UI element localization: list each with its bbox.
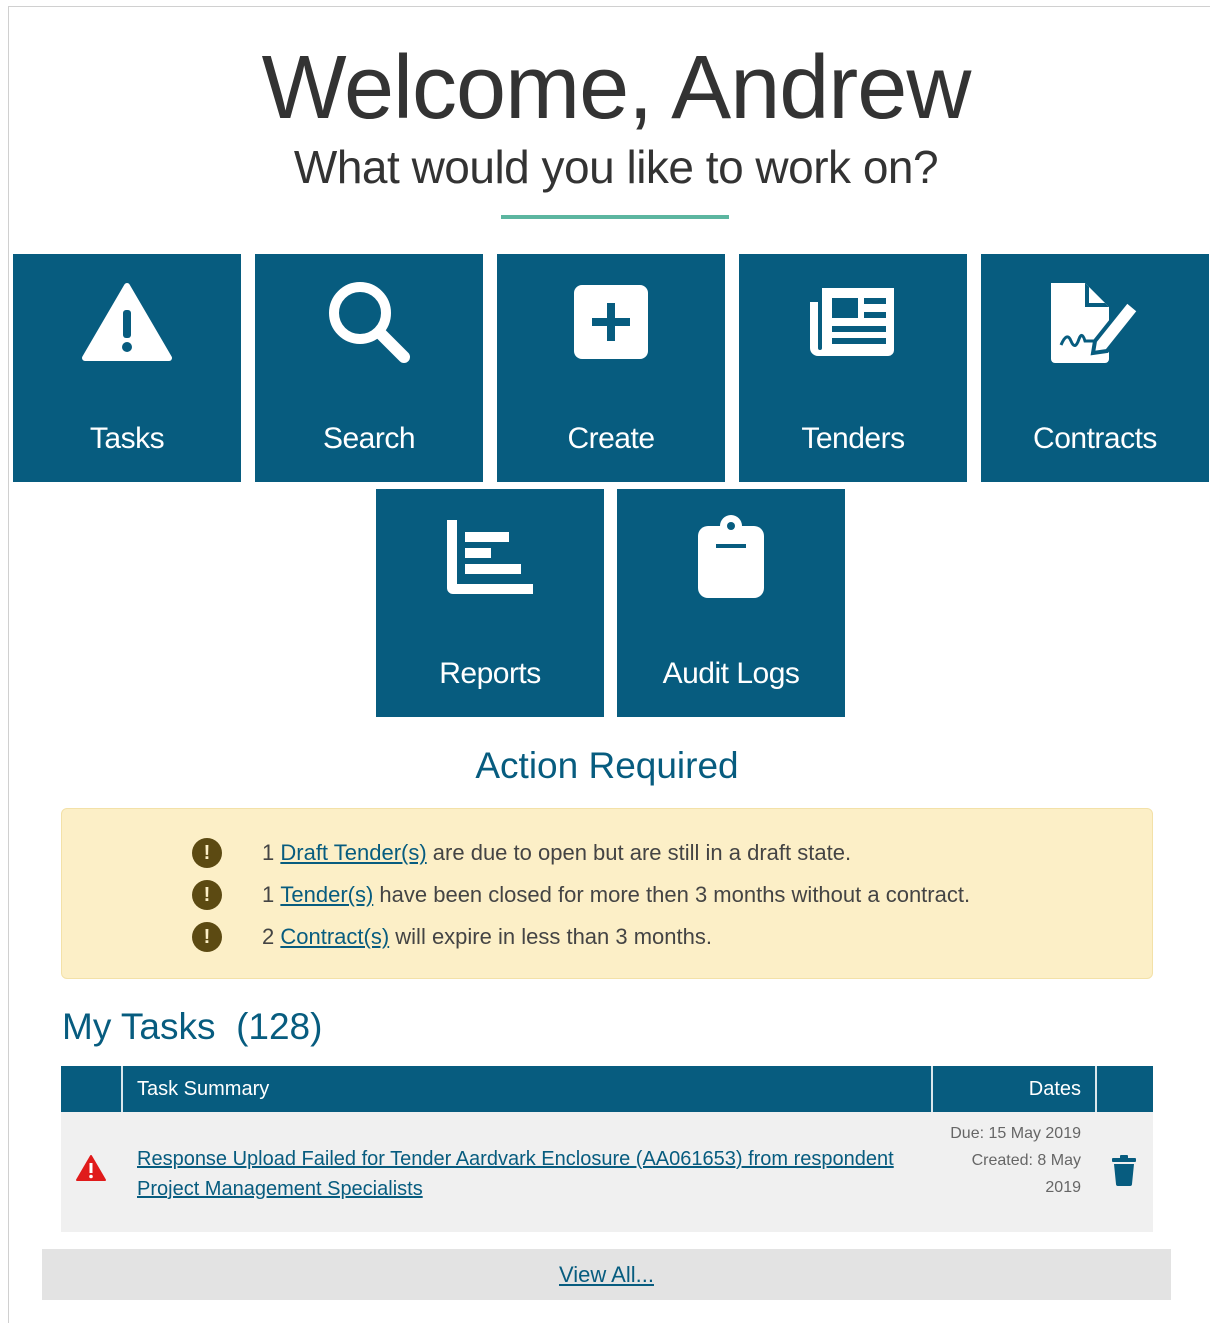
tenders-link[interactable]: Tender(s) — [280, 882, 373, 908]
tile-label: Tenders — [801, 422, 905, 455]
exclamation-circle-icon: ! — [192, 922, 222, 952]
accent-divider — [501, 215, 729, 219]
tile-reports[interactable]: Reports — [376, 489, 604, 717]
column-header-dates[interactable]: Dates — [941, 1066, 1081, 1112]
task-due-date: Due: 15 May 2019 — [950, 1125, 1081, 1142]
plus-square-icon — [497, 272, 725, 372]
my-tasks-heading: My Tasks (128) — [62, 1006, 323, 1047]
tile-label: Audit Logs — [662, 657, 800, 690]
view-all-link[interactable]: View All... — [42, 1249, 1171, 1300]
alert-count: 2 — [262, 924, 275, 949]
tile-label: Reports — [439, 657, 541, 690]
task-summary-link[interactable]: Response Upload Failed for Tender Aardva… — [137, 1144, 927, 1204]
trash-icon[interactable] — [1111, 1154, 1137, 1191]
exclamation-circle-icon: ! — [192, 880, 222, 910]
alert-item: ! 1 Draft Tender(s) are due to open but … — [192, 836, 851, 870]
action-required-panel: ! 1 Draft Tender(s) are due to open but … — [61, 808, 1153, 979]
exclamation-circle-icon: ! — [192, 838, 222, 868]
file-signature-icon — [981, 272, 1209, 372]
alert-count: 1 — [262, 840, 275, 865]
column-divider — [1095, 1066, 1097, 1112]
welcome-subtitle: What would you like to work on? — [293, 141, 939, 193]
alert-text: are due to open but are still in a draft… — [426, 840, 852, 865]
tile-label: Create — [567, 422, 655, 455]
alert-text: have been closed for more then 3 months … — [373, 882, 971, 907]
welcome-heading: Welcome, Andrew — [261, 38, 972, 138]
alert-count: 1 — [262, 882, 275, 907]
tile-tenders[interactable]: Tenders — [739, 254, 967, 482]
table-header: Task Summary Dates — [61, 1066, 1153, 1112]
tasks-table: Task Summary Dates Response Upload Faile… — [61, 1066, 1153, 1232]
alert-item: ! 2 Contract(s) will expire in less than… — [192, 920, 712, 954]
table-row: Response Upload Failed for Tender Aardva… — [61, 1112, 1153, 1232]
contracts-link[interactable]: Contract(s) — [280, 924, 389, 950]
bar-chart-icon — [376, 507, 604, 607]
tile-audit-logs[interactable]: Audit Logs — [617, 489, 845, 717]
error-warning-icon — [75, 1154, 107, 1187]
alert-item: ! 1 Tender(s) have been closed for more … — [192, 878, 970, 912]
tile-contracts[interactable]: Contracts — [981, 254, 1209, 482]
warning-icon — [13, 272, 241, 372]
task-dates: Due: 15 May 2019 Created: 8 May 2019 — [941, 1120, 1081, 1201]
tile-tasks[interactable]: Tasks — [13, 254, 241, 482]
action-required-heading: Action Required — [475, 745, 739, 786]
task-created-date: Created: 8 May 2019 — [971, 1152, 1081, 1196]
tile-label: Tasks — [89, 422, 165, 455]
column-header-task-summary[interactable]: Task Summary — [137, 1066, 269, 1112]
tile-label: Contracts — [1033, 422, 1157, 455]
clipboard-icon — [617, 507, 845, 607]
tile-label: Search — [322, 422, 416, 455]
column-divider — [931, 1066, 933, 1112]
alert-text: will expire in less than 3 months. — [389, 924, 712, 949]
column-divider — [121, 1066, 123, 1112]
newspaper-icon — [739, 272, 967, 372]
draft-tenders-link[interactable]: Draft Tender(s) — [280, 840, 426, 866]
tile-create[interactable]: Create — [497, 254, 725, 482]
search-icon — [255, 272, 483, 372]
tile-search[interactable]: Search — [255, 254, 483, 482]
